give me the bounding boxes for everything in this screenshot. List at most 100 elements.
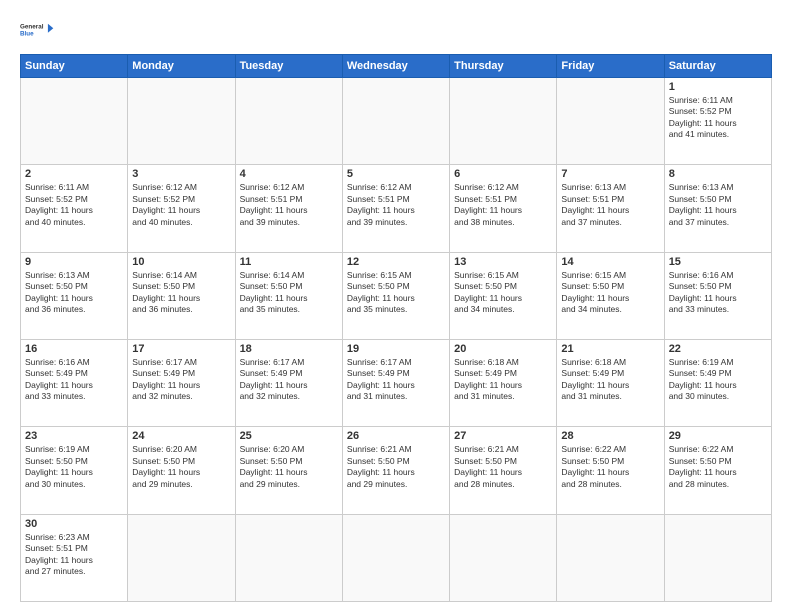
day-info: Sunrise: 6:21 AM Sunset: 5:50 PM Dayligh…: [347, 444, 445, 490]
day-info: Sunrise: 6:20 AM Sunset: 5:50 PM Dayligh…: [132, 444, 230, 490]
calendar-cell: 25 Sunrise: 6:20 AM Sunset: 5:50 PM Dayli…: [235, 427, 342, 514]
calendar-cell: [235, 78, 342, 165]
day-number: 30: [25, 518, 123, 530]
svg-text:General: General: [20, 24, 44, 31]
day-info: Sunrise: 6:15 AM Sunset: 5:50 PM Dayligh…: [347, 270, 445, 316]
day-info: Sunrise: 6:12 AM Sunset: 5:51 PM Dayligh…: [240, 182, 338, 228]
calendar-cell: 22 Sunrise: 6:19 AM Sunset: 5:49 PM Dayli…: [664, 339, 771, 426]
day-info: Sunrise: 6:20 AM Sunset: 5:50 PM Dayligh…: [240, 444, 338, 490]
calendar-cell: [557, 514, 664, 601]
day-number: 8: [669, 168, 767, 180]
calendar-cell: [557, 78, 664, 165]
day-number: 19: [347, 343, 445, 355]
day-info: Sunrise: 6:17 AM Sunset: 5:49 PM Dayligh…: [347, 357, 445, 403]
calendar-table: SundayMondayTuesdayWednesdayThursdayFrid…: [20, 54, 772, 602]
day-number: 24: [132, 430, 230, 442]
day-number: 14: [561, 256, 659, 268]
day-number: 23: [25, 430, 123, 442]
calendar-week-row: 30 Sunrise: 6:23 AM Sunset: 5:51 PM Dayli…: [21, 514, 772, 601]
day-info: Sunrise: 6:16 AM Sunset: 5:50 PM Dayligh…: [669, 270, 767, 316]
calendar-week-row: 1 Sunrise: 6:11 AM Sunset: 5:52 PM Daylig…: [21, 78, 772, 165]
calendar-cell: [450, 78, 557, 165]
day-info: Sunrise: 6:17 AM Sunset: 5:49 PM Dayligh…: [240, 357, 338, 403]
calendar-cell: 26Sunrise: 6:21 AM Sunset: 5:50 PM Dayli…: [342, 427, 449, 514]
day-number: 1: [669, 81, 767, 93]
day-number: 11: [240, 256, 338, 268]
day-info: Sunrise: 6:11 AM Sunset: 5:52 PM Dayligh…: [25, 182, 123, 228]
day-info: Sunrise: 6:15 AM Sunset: 5:50 PM Dayligh…: [454, 270, 552, 316]
calendar-cell: 8 Sunrise: 6:13 AM Sunset: 5:50 PM Daylig…: [664, 165, 771, 252]
weekday-header-saturday: Saturday: [664, 55, 771, 78]
day-info: Sunrise: 6:14 AM Sunset: 5:50 PM Dayligh…: [132, 270, 230, 316]
weekday-header-monday: Monday: [128, 55, 235, 78]
day-info: Sunrise: 6:18 AM Sunset: 5:49 PM Dayligh…: [454, 357, 552, 403]
day-number: 3: [132, 168, 230, 180]
day-info: Sunrise: 6:11 AM Sunset: 5:52 PM Dayligh…: [669, 95, 767, 141]
calendar-cell: [235, 514, 342, 601]
day-number: 21: [561, 343, 659, 355]
weekday-header-row: SundayMondayTuesdayWednesdayThursdayFrid…: [21, 55, 772, 78]
day-number: 12: [347, 256, 445, 268]
day-number: 25: [240, 430, 338, 442]
calendar-cell: 13Sunrise: 6:15 AM Sunset: 5:50 PM Dayli…: [450, 252, 557, 339]
day-info: Sunrise: 6:22 AM Sunset: 5:50 PM Dayligh…: [669, 444, 767, 490]
calendar-cell: [128, 514, 235, 601]
calendar-cell: 23 Sunrise: 6:19 AM Sunset: 5:50 PM Dayli…: [21, 427, 128, 514]
day-info: Sunrise: 6:22 AM Sunset: 5:50 PM Dayligh…: [561, 444, 659, 490]
calendar-cell: 27Sunrise: 6:21 AM Sunset: 5:50 PM Dayli…: [450, 427, 557, 514]
calendar-cell: 5Sunrise: 6:12 AM Sunset: 5:51 PM Daylig…: [342, 165, 449, 252]
day-info: Sunrise: 6:12 AM Sunset: 5:51 PM Dayligh…: [454, 182, 552, 228]
day-number: 15: [669, 256, 767, 268]
day-info: Sunrise: 6:13 AM Sunset: 5:50 PM Dayligh…: [669, 182, 767, 228]
day-info: Sunrise: 6:17 AM Sunset: 5:49 PM Dayligh…: [132, 357, 230, 403]
day-info: Sunrise: 6:14 AM Sunset: 5:50 PM Dayligh…: [240, 270, 338, 316]
calendar-cell: 6 Sunrise: 6:12 AM Sunset: 5:51 PM Daylig…: [450, 165, 557, 252]
calendar-cell: 9Sunrise: 6:13 AM Sunset: 5:50 PM Daylig…: [21, 252, 128, 339]
svg-text:Blue: Blue: [20, 30, 34, 37]
page: GeneralBlue SundayMondayTuesdayWednesday…: [0, 0, 792, 612]
calendar-cell: [128, 78, 235, 165]
header: GeneralBlue: [20, 16, 772, 44]
calendar-cell: [342, 78, 449, 165]
weekday-header-tuesday: Tuesday: [235, 55, 342, 78]
calendar-cell: 20 Sunrise: 6:18 AM Sunset: 5:49 PM Dayli…: [450, 339, 557, 426]
day-number: 7: [561, 168, 659, 180]
day-info: Sunrise: 6:15 AM Sunset: 5:50 PM Dayligh…: [561, 270, 659, 316]
calendar-cell: 30 Sunrise: 6:23 AM Sunset: 5:51 PM Dayli…: [21, 514, 128, 601]
calendar-cell: 7 Sunrise: 6:13 AM Sunset: 5:51 PM Daylig…: [557, 165, 664, 252]
calendar-cell: 11 Sunrise: 6:14 AM Sunset: 5:50 PM Dayli…: [235, 252, 342, 339]
weekday-header-friday: Friday: [557, 55, 664, 78]
calendar-cell: 12 Sunrise: 6:15 AM Sunset: 5:50 PM Dayli…: [342, 252, 449, 339]
calendar-cell: 19 Sunrise: 6:17 AM Sunset: 5:49 PM Dayli…: [342, 339, 449, 426]
calendar-cell: [450, 514, 557, 601]
calendar-header: SundayMondayTuesdayWednesdayThursdayFrid…: [21, 55, 772, 78]
day-number: 22: [669, 343, 767, 355]
calendar-cell: 16Sunrise: 6:16 AM Sunset: 5:49 PM Dayli…: [21, 339, 128, 426]
calendar-week-row: 2Sunrise: 6:11 AM Sunset: 5:52 PM Daylig…: [21, 165, 772, 252]
day-number: 28: [561, 430, 659, 442]
day-number: 6: [454, 168, 552, 180]
day-info: Sunrise: 6:19 AM Sunset: 5:49 PM Dayligh…: [669, 357, 767, 403]
weekday-header-thursday: Thursday: [450, 55, 557, 78]
day-number: 17: [132, 343, 230, 355]
day-info: Sunrise: 6:12 AM Sunset: 5:52 PM Dayligh…: [132, 182, 230, 228]
day-info: Sunrise: 6:23 AM Sunset: 5:51 PM Dayligh…: [25, 532, 123, 578]
day-info: Sunrise: 6:19 AM Sunset: 5:50 PM Dayligh…: [25, 444, 123, 490]
day-info: Sunrise: 6:13 AM Sunset: 5:51 PM Dayligh…: [561, 182, 659, 228]
calendar-cell: 21 Sunrise: 6:18 AM Sunset: 5:49 PM Dayli…: [557, 339, 664, 426]
calendar-cell: 18Sunrise: 6:17 AM Sunset: 5:49 PM Dayli…: [235, 339, 342, 426]
day-number: 4: [240, 168, 338, 180]
calendar-body: 1 Sunrise: 6:11 AM Sunset: 5:52 PM Daylig…: [21, 78, 772, 602]
day-info: Sunrise: 6:13 AM Sunset: 5:50 PM Dayligh…: [25, 270, 123, 316]
day-info: Sunrise: 6:18 AM Sunset: 5:49 PM Dayligh…: [561, 357, 659, 403]
calendar-cell: 29 Sunrise: 6:22 AM Sunset: 5:50 PM Dayli…: [664, 427, 771, 514]
day-number: 29: [669, 430, 767, 442]
calendar-cell: 2Sunrise: 6:11 AM Sunset: 5:52 PM Daylig…: [21, 165, 128, 252]
calendar-cell: 15 Sunrise: 6:16 AM Sunset: 5:50 PM Dayli…: [664, 252, 771, 339]
calendar-cell: 24 Sunrise: 6:20 AM Sunset: 5:50 PM Dayli…: [128, 427, 235, 514]
day-number: 20: [454, 343, 552, 355]
calendar-week-row: 23 Sunrise: 6:19 AM Sunset: 5:50 PM Dayli…: [21, 427, 772, 514]
calendar-cell: [21, 78, 128, 165]
day-number: 27: [454, 430, 552, 442]
logo-icon: GeneralBlue: [20, 16, 56, 44]
